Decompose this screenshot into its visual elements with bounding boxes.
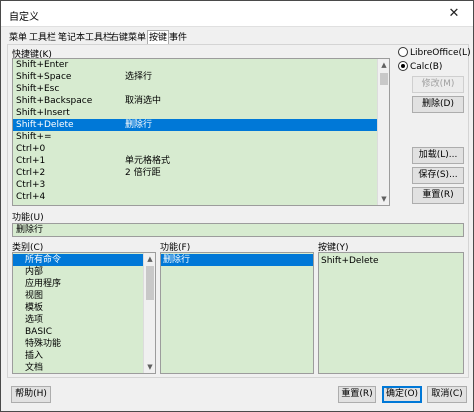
- table-row[interactable]: Shift+Space 选择行: [13, 71, 379, 83]
- shortcut-key: Shift+Delete: [16, 120, 74, 130]
- table-row[interactable]: Ctrl+4: [13, 191, 379, 203]
- cancel-button[interactable]: 取消(C): [427, 386, 467, 403]
- table-row[interactable]: Ctrl+0: [13, 143, 379, 155]
- table-row-selected[interactable]: Shift+Delete 删除行: [13, 119, 379, 131]
- function-label: 功能(U): [12, 213, 44, 223]
- shortcut-key: Ctrl+1: [16, 156, 46, 166]
- scroll-down-icon[interactable]: ▼: [144, 361, 155, 373]
- list-item[interactable]: 选项: [13, 314, 43, 326]
- shortcut-key: Shift+Space: [16, 72, 72, 82]
- scroll-up-icon[interactable]: ▲: [378, 59, 389, 71]
- scroll-down-icon[interactable]: ▼: [378, 193, 389, 205]
- shortcut-command: 2 倍行距: [125, 168, 161, 178]
- load-button[interactable]: 加载(L)...: [412, 147, 464, 164]
- list-item[interactable]: 内部: [13, 266, 43, 278]
- shortcut-key: Shift+Insert: [16, 108, 70, 118]
- shortcut-key: Shift+Esc: [16, 84, 60, 94]
- list-item[interactable]: 插入: [13, 350, 43, 362]
- list-item[interactable]: 模板: [13, 302, 43, 314]
- scope-libreoffice-label: LibreOffice(L): [410, 48, 471, 58]
- list-item[interactable]: Shift+Delete: [319, 255, 379, 267]
- shortcut-key: Ctrl+2: [16, 168, 46, 178]
- table-row[interactable]: Shift+Insert: [13, 107, 379, 119]
- shortcut-key: Ctrl+4: [16, 192, 46, 202]
- modify-button[interactable]: 修改(M): [412, 76, 464, 93]
- table-row[interactable]: Ctrl+1 单元格格式: [13, 155, 379, 167]
- table-row[interactable]: Shift+Esc: [13, 83, 379, 95]
- list-item[interactable]: 应用程序: [13, 278, 61, 290]
- reset-button[interactable]: 重置(R): [338, 386, 376, 403]
- function-field[interactable]: 删除行: [12, 223, 464, 237]
- window-title: 自定义: [9, 12, 39, 23]
- tab-keyboard[interactable]: 按键: [147, 30, 170, 45]
- title-bar: 自定义 ✕: [1, 1, 473, 27]
- shortcut-key: Ctrl+0: [16, 144, 46, 154]
- shortcut-key: Shift+Backspace: [16, 96, 93, 106]
- list-item[interactable]: 文档: [13, 362, 43, 373]
- table-row[interactable]: Ctrl+2 2 倍行距: [13, 167, 379, 179]
- ok-button[interactable]: 确定(O): [382, 386, 422, 403]
- shortcut-key: Ctrl+3: [16, 180, 46, 190]
- table-row[interactable]: Shift+Enter: [13, 59, 379, 71]
- radio-icon: [398, 47, 408, 57]
- radio-checked-icon: [398, 61, 408, 71]
- shortcut-key: Shift+Enter: [16, 60, 69, 70]
- scroll-thumb[interactable]: [146, 266, 154, 300]
- delete-button[interactable]: 删除(D): [412, 96, 464, 113]
- category-list[interactable]: 所有命令 内部 应用程序 视图 模板 选项 BASIC 特殊功能 插入 文档 ▲…: [12, 252, 156, 374]
- table-row[interactable]: Shift+=: [13, 131, 379, 143]
- tab-menus[interactable]: 菜单: [9, 31, 27, 45]
- list-item[interactable]: 特殊功能: [13, 338, 61, 350]
- tab-context-menus[interactable]: 右键菜单: [110, 31, 146, 45]
- list-item-selected[interactable]: 删除行: [161, 254, 313, 266]
- tab-toolbars[interactable]: 工具栏: [29, 31, 56, 45]
- save-button[interactable]: 保存(S)...: [412, 167, 464, 184]
- reset-side-button[interactable]: 重置(R): [412, 187, 464, 204]
- shortcut-command: 选择行: [125, 72, 153, 82]
- table-row[interactable]: Ctrl+3: [13, 179, 379, 191]
- tab-events[interactable]: 事件: [169, 31, 187, 45]
- shortcut-command: 单元格格式: [125, 156, 171, 166]
- customize-dialog: 自定义 ✕ 菜单 工具栏 笔记本工具栏 右键菜单 按键 事件 快捷键(K) Sh…: [0, 0, 474, 412]
- help-button[interactable]: 帮助(H): [11, 386, 51, 403]
- scroll-thumb[interactable]: [380, 73, 388, 85]
- shortcut-list-scrollbar[interactable]: ▲ ▼: [377, 59, 389, 205]
- tab-notebookbar[interactable]: 笔记本工具栏: [58, 31, 112, 45]
- category-list-scrollbar[interactable]: ▲ ▼: [143, 253, 155, 373]
- scroll-up-icon[interactable]: ▲: [144, 253, 155, 265]
- scope-calc-radio[interactable]: Calc(B): [398, 61, 442, 72]
- keys-list[interactable]: Shift+Delete: [318, 252, 464, 374]
- shortcut-key: Shift+=: [16, 132, 52, 142]
- shortcut-command: 取消选中: [125, 96, 162, 106]
- shortcut-command: 删除行: [125, 120, 153, 130]
- list-item-selected[interactable]: 所有命令: [13, 254, 143, 266]
- list-item[interactable]: 视图: [13, 290, 43, 302]
- functions-list[interactable]: 删除行: [160, 252, 314, 374]
- scope-libreoffice-radio[interactable]: LibreOffice(L): [398, 47, 471, 58]
- tab-panel: 快捷键(K) Shift+Enter Shift+Space 选择行 Shift+…: [7, 44, 471, 378]
- shortcut-keys-list[interactable]: Shift+Enter Shift+Space 选择行 Shift+Esc Shi…: [12, 58, 390, 206]
- close-icon[interactable]: ✕: [435, 1, 473, 27]
- list-item[interactable]: BASIC: [13, 326, 52, 338]
- scope-calc-label: Calc(B): [410, 62, 443, 72]
- table-row[interactable]: Shift+Backspace 取消选中: [13, 95, 379, 107]
